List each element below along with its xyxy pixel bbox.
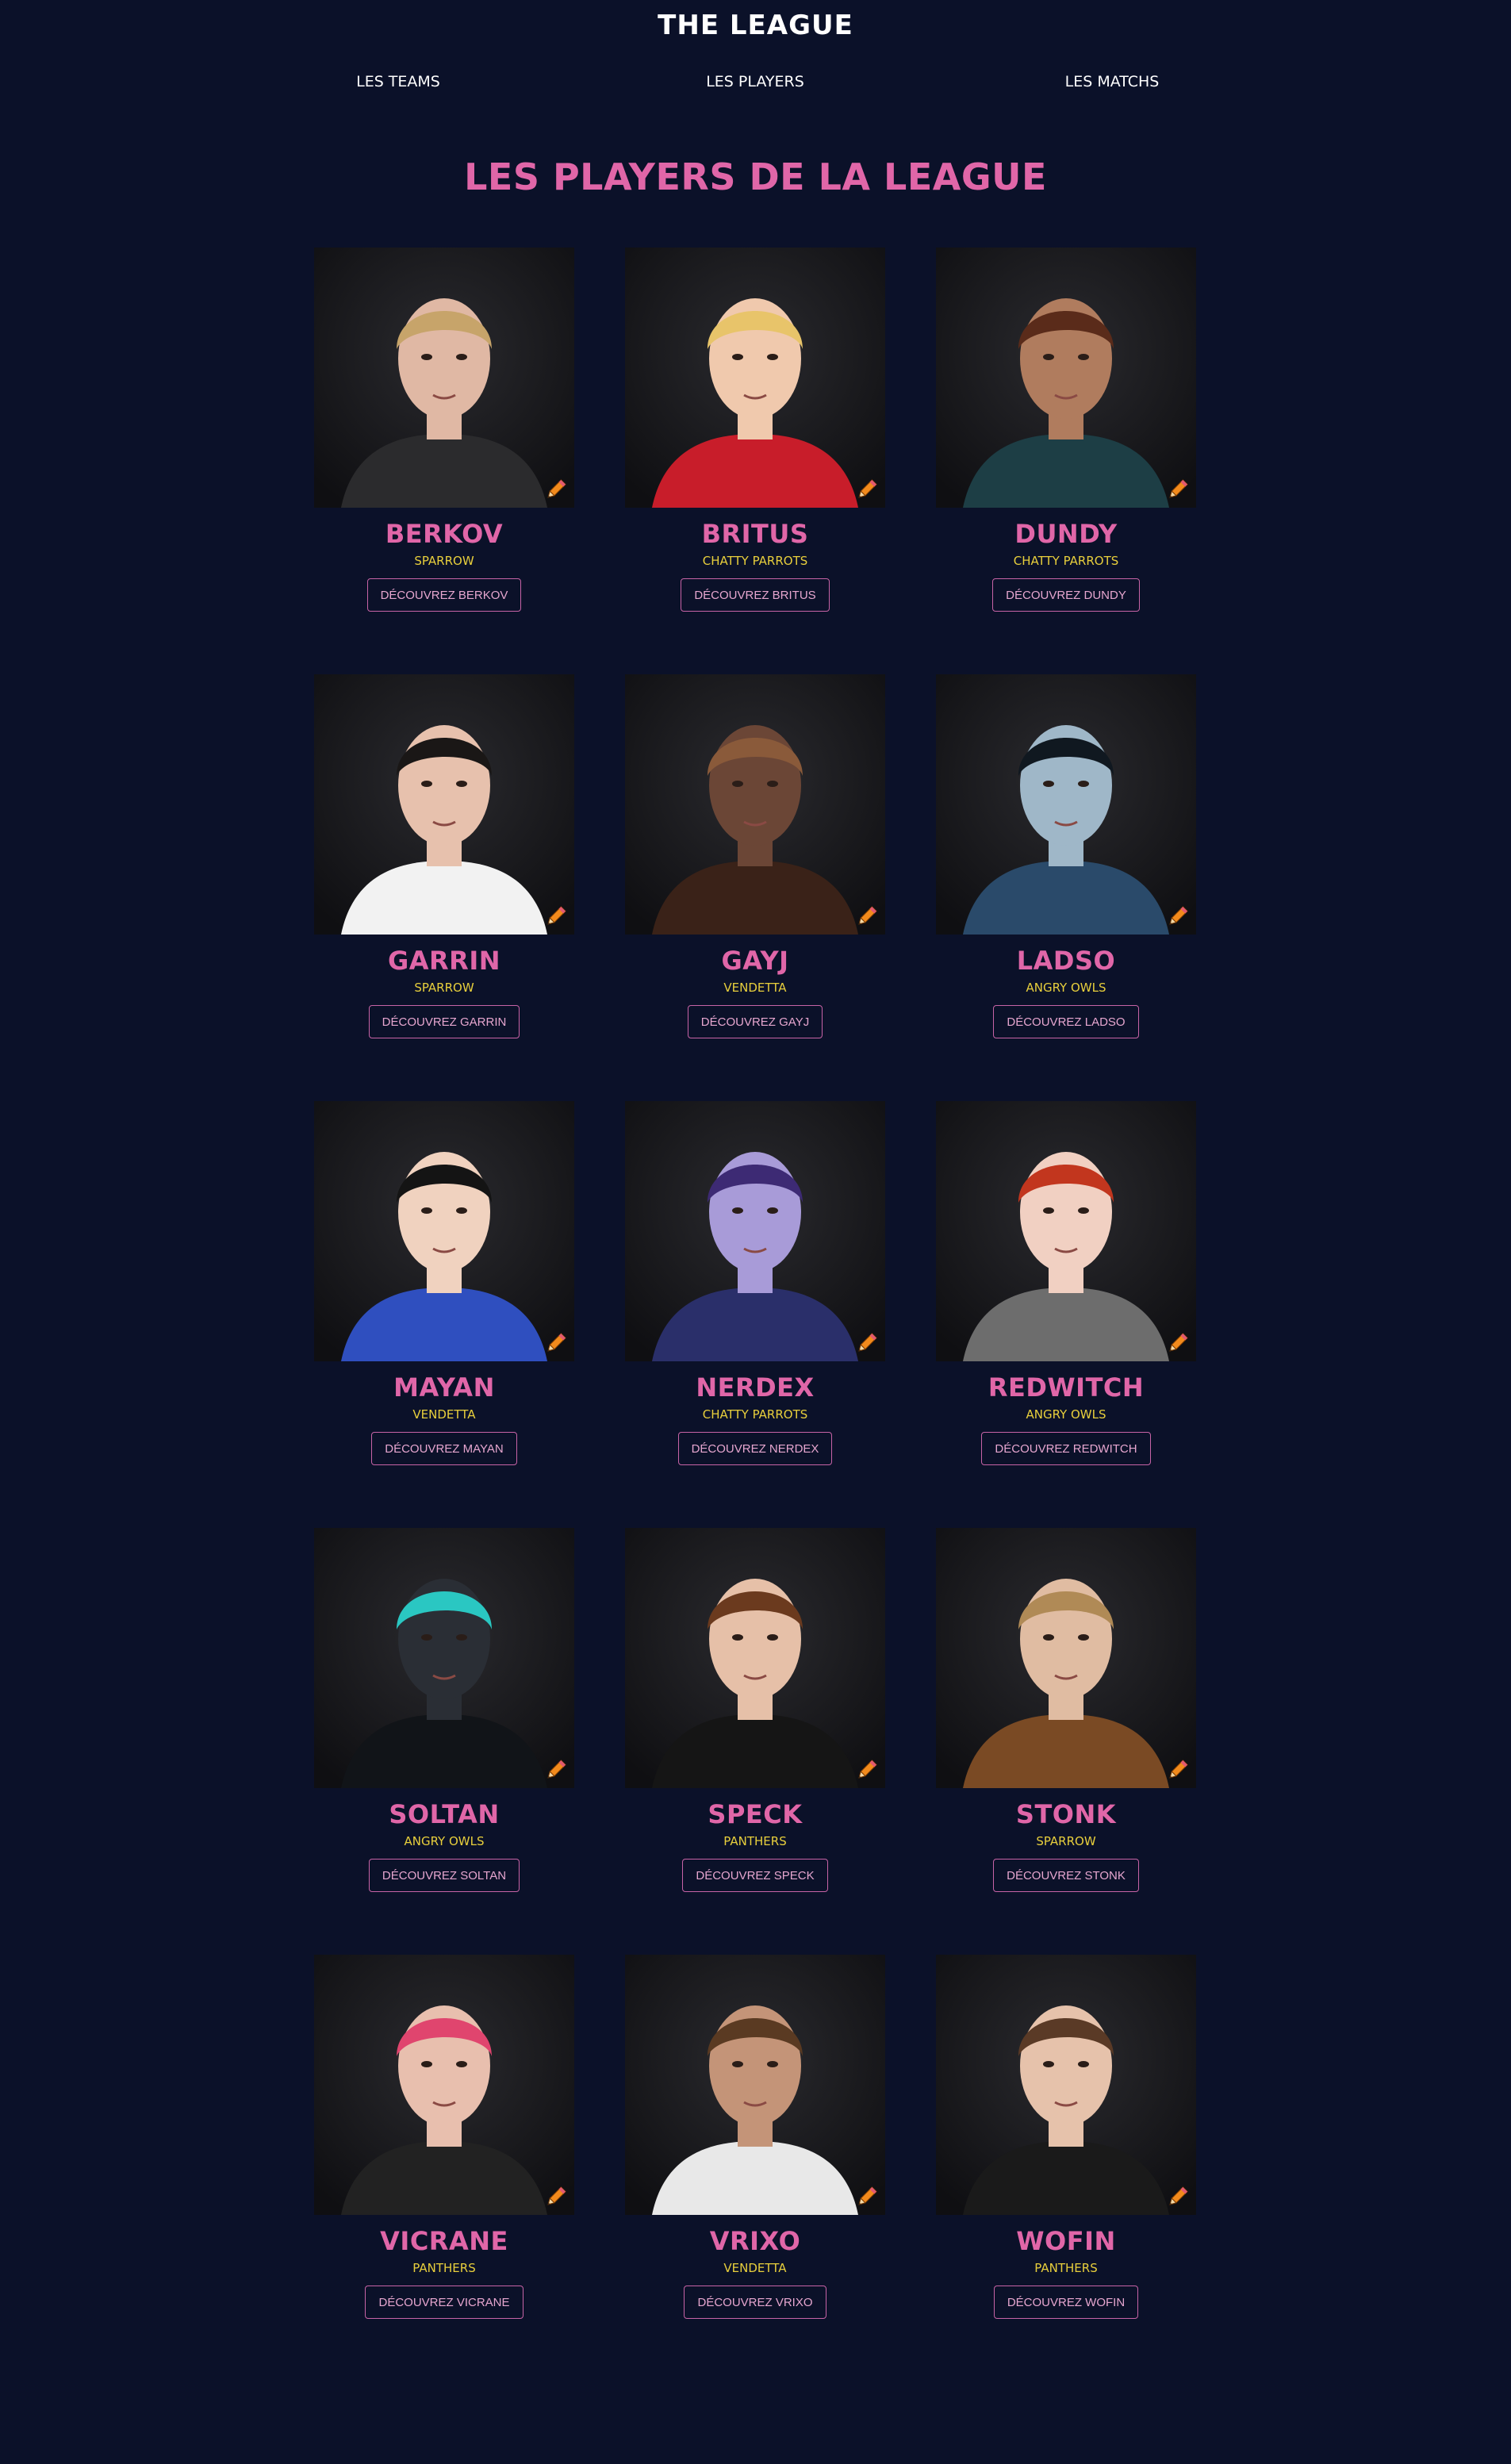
discover-player-button[interactable]: DÉCOUVREZ LADSO: [993, 1005, 1139, 1038]
discover-player-button[interactable]: DÉCOUVREZ WOFIN: [993, 2286, 1139, 2319]
site-title: THE LEAGUE: [658, 10, 853, 41]
player-team: SPARROW: [1036, 1834, 1096, 1848]
player-photo: [936, 1528, 1196, 1788]
player-team: ANGRY OWLS: [1026, 981, 1106, 995]
player-team: CHATTY PARROTS: [702, 554, 808, 568]
player-team: CHATTY PARROTS: [702, 1407, 808, 1422]
discover-player-button[interactable]: DÉCOUVREZ GAYJ: [687, 1005, 823, 1038]
player-photo: [625, 248, 885, 508]
player-name: STONK: [1015, 1799, 1117, 1829]
nav-matchs-link[interactable]: LES MATCHS: [1065, 73, 1160, 90]
discover-player-button[interactable]: DÉCOUVREZ GARRIN: [368, 1005, 520, 1038]
player-team: CHATTY PARROTS: [1013, 554, 1119, 568]
discover-player-button[interactable]: DÉCOUVREZ BRITUS: [681, 578, 830, 612]
player-name: REDWITCH: [988, 1372, 1145, 1403]
pencil-icon[interactable]: [544, 478, 568, 501]
pencil-icon[interactable]: [1166, 2185, 1190, 2209]
discover-player-button[interactable]: DÉCOUVREZ DUNDY: [992, 578, 1140, 612]
player-photo: [936, 248, 1196, 508]
player-card: SPECK PANTHERS DÉCOUVREZ SPECK: [624, 1528, 886, 1892]
player-name: GAYJ: [721, 946, 789, 976]
player-name: NERDEX: [696, 1372, 815, 1403]
player-team: VENDETTA: [412, 1407, 476, 1422]
player-card: GAYJ VENDETTA DÉCOUVREZ GAYJ: [624, 674, 886, 1038]
player-photo: [936, 674, 1196, 935]
player-card: WOFIN PANTHERS DÉCOUVREZ WOFIN: [935, 1955, 1197, 2319]
discover-player-button[interactable]: DÉCOUVREZ NERDEX: [677, 1432, 833, 1465]
pencil-icon[interactable]: [855, 904, 879, 928]
player-team: VENDETTA: [723, 981, 787, 995]
player-card: REDWITCH ANGRY OWLS DÉCOUVREZ REDWITCH: [935, 1101, 1197, 1465]
pencil-icon[interactable]: [544, 1758, 568, 1782]
player-name: MAYAN: [393, 1372, 495, 1403]
player-team: ANGRY OWLS: [1026, 1407, 1106, 1422]
player-team: SPARROW: [414, 554, 474, 568]
discover-player-button[interactable]: DÉCOUVREZ VRIXO: [684, 2286, 826, 2319]
player-team: PANTHERS: [1034, 2261, 1098, 2275]
discover-player-button[interactable]: DÉCOUVREZ SOLTAN: [368, 1859, 520, 1892]
player-name: GARRIN: [388, 946, 500, 976]
player-photo: [625, 1528, 885, 1788]
player-name: VICRANE: [380, 2226, 508, 2256]
player-name: BRITUS: [701, 519, 809, 549]
player-name: SOLTAN: [389, 1799, 500, 1829]
pencil-icon[interactable]: [544, 1331, 568, 1355]
player-name: DUNDY: [1014, 519, 1118, 549]
player-photo: [625, 1101, 885, 1361]
discover-player-button[interactable]: DÉCOUVREZ MAYAN: [371, 1432, 517, 1465]
player-name: VRIXO: [709, 2226, 801, 2256]
player-team: VENDETTA: [723, 2261, 787, 2275]
player-team: PANTHERS: [412, 2261, 476, 2275]
player-photo: [314, 674, 574, 935]
player-photo: [625, 1955, 885, 2215]
main-nav: LES TEAMS LES PLAYERS LES MATCHS: [0, 73, 1511, 97]
player-card: MAYAN VENDETTA DÉCOUVREZ MAYAN: [313, 1101, 575, 1465]
nav-teams-link[interactable]: LES TEAMS: [356, 73, 440, 90]
player-photo: [936, 1955, 1196, 2215]
player-card: BERKOV SPARROW DÉCOUVREZ BERKOV: [313, 248, 575, 612]
player-card: DUNDY CHATTY PARROTS DÉCOUVREZ DUNDY: [935, 248, 1197, 612]
player-name: BERKOV: [385, 519, 504, 549]
player-photo: [314, 248, 574, 508]
pencil-icon[interactable]: [1166, 1758, 1190, 1782]
player-card: BRITUS CHATTY PARROTS DÉCOUVREZ BRITUS: [624, 248, 886, 612]
pencil-icon[interactable]: [855, 1758, 879, 1782]
discover-player-button[interactable]: DÉCOUVREZ BERKOV: [366, 578, 522, 612]
pencil-icon[interactable]: [855, 1331, 879, 1355]
player-photo: [314, 1101, 574, 1361]
player-name: SPECK: [708, 1799, 803, 1829]
player-name: LADSO: [1016, 946, 1116, 976]
discover-player-button[interactable]: DÉCOUVREZ REDWITCH: [981, 1432, 1151, 1465]
player-card: LADSO ANGRY OWLS DÉCOUVREZ LADSO: [935, 674, 1197, 1038]
pencil-icon[interactable]: [855, 2185, 879, 2209]
discover-player-button[interactable]: DÉCOUVREZ VICRANE: [365, 2286, 523, 2319]
player-card: STONK SPARROW DÉCOUVREZ STONK: [935, 1528, 1197, 1892]
discover-player-button[interactable]: DÉCOUVREZ STONK: [993, 1859, 1139, 1892]
pencil-icon[interactable]: [1166, 904, 1190, 928]
player-team: ANGRY OWLS: [404, 1834, 485, 1848]
discover-player-button[interactable]: DÉCOUVREZ SPECK: [682, 1859, 828, 1892]
player-card: SOLTAN ANGRY OWLS DÉCOUVREZ SOLTAN: [313, 1528, 575, 1892]
player-photo: [314, 1528, 574, 1788]
player-team: SPARROW: [414, 981, 474, 995]
nav-players-link[interactable]: LES PLAYERS: [706, 73, 804, 90]
player-photo: [625, 674, 885, 935]
player-photo: [314, 1955, 574, 2215]
pencil-icon[interactable]: [544, 2185, 568, 2209]
pencil-icon[interactable]: [544, 904, 568, 928]
player-card: NERDEX CHATTY PARROTS DÉCOUVREZ NERDEX: [624, 1101, 886, 1465]
player-team: PANTHERS: [723, 1834, 787, 1848]
player-card: VICRANE PANTHERS DÉCOUVREZ VICRANE: [313, 1955, 575, 2319]
player-card: GARRIN SPARROW DÉCOUVREZ GARRIN: [313, 674, 575, 1038]
pencil-icon[interactable]: [855, 478, 879, 501]
player-card: VRIXO VENDETTA DÉCOUVREZ VRIXO: [624, 1955, 886, 2319]
player-photo: [936, 1101, 1196, 1361]
page-heading: LES PLAYERS DE LA LEAGUE: [464, 155, 1047, 198]
pencil-icon[interactable]: [1166, 478, 1190, 501]
player-name: WOFIN: [1016, 2226, 1116, 2256]
pencil-icon[interactable]: [1166, 1331, 1190, 1355]
